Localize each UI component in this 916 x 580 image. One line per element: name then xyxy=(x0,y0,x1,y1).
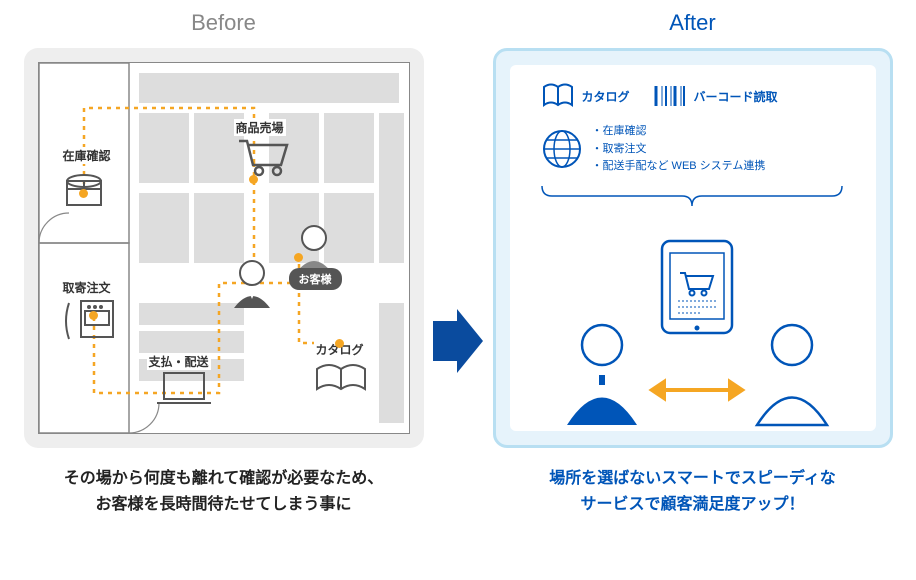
caption-line: その場から何度も離れて確認が必要なため、 xyxy=(64,466,384,492)
bullet-list: ・在庫確認 ・取寄注文 ・配送手配など WEB システム連携 xyxy=(592,123,766,176)
path-node xyxy=(249,175,258,184)
staff-icon xyxy=(234,261,270,308)
after-column: After カタログ バーコード読取 ・在庫確認 ・取寄注文 ・配送手配など W… xyxy=(489,10,896,517)
book-icon xyxy=(542,83,574,109)
bullet-item: ・在庫確認 xyxy=(592,123,766,141)
transition-arrow xyxy=(433,309,483,378)
path-node xyxy=(335,339,344,348)
after-caption: 場所を選ばないスマートでスピーディな サービスで顧客満足度アップ！ xyxy=(549,466,835,517)
bullet-item: ・配送手配など WEB システム連携 xyxy=(592,158,766,176)
book-icon xyxy=(317,365,365,389)
feature-label: カタログ xyxy=(582,88,630,105)
feature-catalog: カタログ xyxy=(542,83,630,109)
phone-icon xyxy=(66,301,113,339)
before-title: Before xyxy=(191,10,256,36)
floorplan: 在庫確認 取寄注文 支払・配送 商品売場 カタログ お客様 xyxy=(38,62,410,434)
bullet-item: ・取寄注文 xyxy=(592,141,766,159)
label-sales: 商品売場 xyxy=(234,119,286,136)
globe-icon xyxy=(542,129,582,169)
barcode-icon xyxy=(654,84,686,108)
caption-line: サービスで顧客満足度アップ！ xyxy=(549,492,835,518)
path-node xyxy=(79,189,88,198)
feature-label: バーコード読取 xyxy=(694,88,778,105)
after-panel: カタログ バーコード読取 ・在庫確認 ・取寄注文 ・配送手配など WEB システ… xyxy=(493,48,893,448)
label-pay: 支払・配送 xyxy=(147,353,211,370)
path-node xyxy=(89,311,98,320)
after-title: After xyxy=(669,10,715,36)
caption-line: 場所を選ばないスマートでスピーディな xyxy=(549,466,835,492)
label-stock: 在庫確認 xyxy=(61,147,113,164)
after-inner: カタログ バーコード読取 ・在庫確認 ・取寄注文 ・配送手配など WEB システ… xyxy=(510,65,876,431)
floorplan-svg xyxy=(39,63,409,433)
interaction-scene xyxy=(522,235,864,435)
feature-barcode: バーコード読取 xyxy=(654,83,778,109)
path-node xyxy=(294,253,303,262)
before-caption: その場から何度も離れて確認が必要なため、 お客様を長時間待たせてしまう事に xyxy=(64,466,384,517)
label-order: 取寄注文 xyxy=(61,279,113,296)
bracket-icon xyxy=(522,182,862,212)
caption-line: お客様を長時間待たせてしまう事に xyxy=(64,492,384,518)
label-customer: お客様 xyxy=(289,268,342,290)
before-column: Before xyxy=(20,10,427,517)
before-panel: 在庫確認 取寄注文 支払・配送 商品売場 カタログ お客様 xyxy=(24,48,424,448)
